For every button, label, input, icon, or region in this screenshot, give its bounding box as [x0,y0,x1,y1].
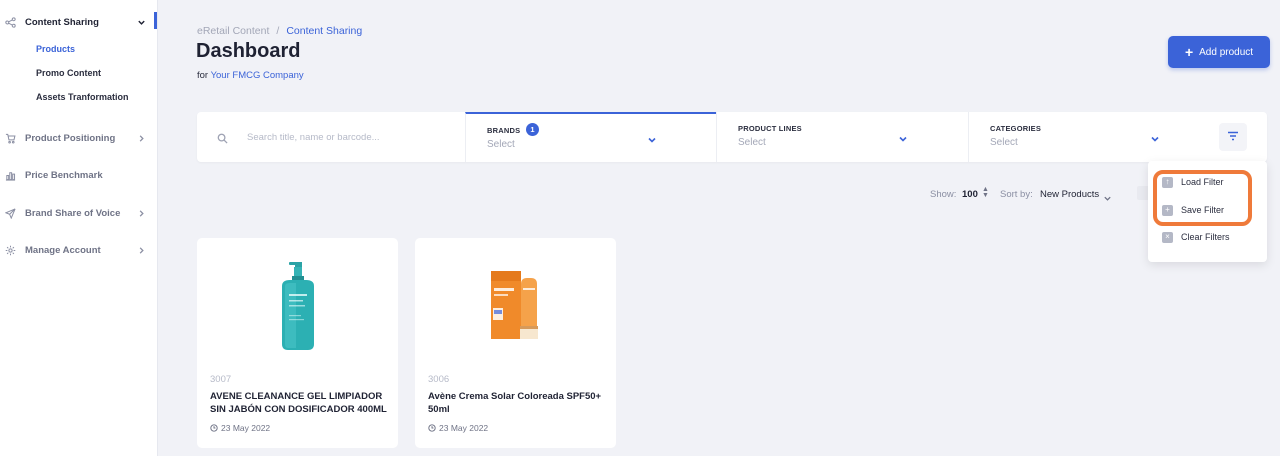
chevron-down-icon [1150,131,1160,142]
filter-icon [1227,128,1239,146]
page-subtitle: for Your FMCG Company [197,70,304,81]
subnav-assets-transformation[interactable]: Assets Tranformation [36,92,129,102]
categories-value: Select [990,137,1018,148]
subnav-products[interactable]: Products [36,44,75,54]
share-icon [4,16,16,28]
categories-select[interactable]: CATEGORIES Select [968,112,1208,162]
product-lines-value: Select [738,137,766,148]
product-lines-label: PRODUCT LINES [738,124,802,133]
nav-label: Brand Share of Voice [25,207,121,219]
product-code: 3007 [210,374,232,385]
page-size-select[interactable]: 100 [962,189,978,200]
product-date: 23 May 2022 [210,423,270,433]
brands-select[interactable]: BRANDS 1 Select [465,112,716,162]
product-image [415,256,616,356]
show-label: Show: [930,189,957,200]
plus-icon: + [1184,44,1194,60]
brands-value: Select [487,139,515,150]
menu-item-load-filter[interactable]: ↑ Load Filter [1162,175,1224,189]
load-icon: ↑ [1162,176,1173,188]
categories-label: CATEGORIES [990,124,1042,133]
nav-product-positioning[interactable]: Product Positioning [0,128,158,148]
product-card[interactable]: 3007 AVENE CLEANANCE GEL LIMPIADOR SIN J… [197,238,398,448]
sunscreen-box-image [490,271,538,339]
product-date-value: 23 May 2022 [221,423,271,433]
filter-menu: ↑ Load Filter + Save Filter × Clear Filt… [1148,161,1267,262]
add-product-button[interactable]: + Add product [1168,36,1270,68]
chevron-down-icon [136,17,146,27]
product-name: Avène Crema Solar Coloreada SPF50+ 50ml [428,391,602,415]
product-card[interactable]: 3006 Avène Crema Solar Coloreada SPF50+ … [415,238,616,448]
company-link[interactable]: Your FMCG Company [211,70,304,81]
menu-item-label: Load Filter [1181,177,1224,187]
breadcrumb: eRetail Content / Content Sharing [197,25,362,37]
nav-label: Manage Account [25,244,101,256]
subnav-promo-content[interactable]: Promo Content [36,68,101,78]
cart-icon [4,132,16,144]
menu-item-save-filter[interactable]: + Save Filter [1162,203,1224,217]
bar-chart-icon [4,169,16,181]
send-icon [4,207,16,219]
chevron-down-icon [647,132,657,143]
nav-price-benchmark[interactable]: Price Benchmark [0,165,158,185]
breadcrumb-separator: / [276,25,280,37]
add-product-label: Add product [1199,46,1254,58]
sidebar: Content Sharing Products Promo Content A… [0,0,158,456]
product-lines-select[interactable]: PRODUCT LINES Select [716,112,968,162]
product-date: 23 May 2022 [428,423,488,433]
pump-bottle-image [281,262,314,350]
chevron-down-icon [1103,190,1112,201]
brands-count-badge: 1 [526,123,539,136]
save-icon: + [1162,204,1173,216]
nav-label: Content Sharing [25,16,99,28]
product-image [197,256,398,356]
filter-menu-button[interactable] [1219,123,1247,151]
search-icon [217,131,229,144]
stepper-arrows-icon[interactable]: ▲ ▼ [982,186,989,199]
nav-manage-account[interactable]: Manage Account [0,240,158,260]
chevron-right-icon [136,245,146,255]
chevron-right-icon [136,133,146,143]
menu-item-label: Clear Filters [1181,232,1230,242]
clear-icon: × [1162,231,1173,243]
gear-icon [4,244,16,256]
clock-icon [210,424,218,432]
nav-label: Price Benchmark [25,169,103,181]
sort-select[interactable]: New Products [1040,189,1099,200]
sort-label: Sort by: [1000,189,1033,200]
menu-item-clear-filters[interactable]: × Clear Filters [1162,230,1230,244]
chevron-right-icon [136,208,146,218]
subtitle-prefix: for [197,70,209,81]
menu-item-label: Save Filter [1181,205,1225,215]
product-date-value: 23 May 2022 [439,423,489,433]
product-code: 3006 [428,374,450,385]
product-name: AVENE CLEANANCE GEL LIMPIADOR SIN JABÓN … [210,391,387,415]
filter-bar: BRANDS 1 Select PRODUCT LINES Select CAT… [197,112,1267,162]
search-input[interactable] [247,128,457,146]
chevron-down-icon [898,131,908,142]
brands-label: BRANDS [487,126,521,135]
clock-icon [428,424,436,432]
nav-brand-share-of-voice[interactable]: Brand Share of Voice [0,203,158,223]
nav-content-sharing[interactable]: Content Sharing [0,12,158,32]
page-title: Dashboard [196,40,301,62]
nav-label: Product Positioning [25,132,116,144]
breadcrumb-root[interactable]: eRetail Content [197,25,269,37]
breadcrumb-current[interactable]: Content Sharing [286,25,362,37]
